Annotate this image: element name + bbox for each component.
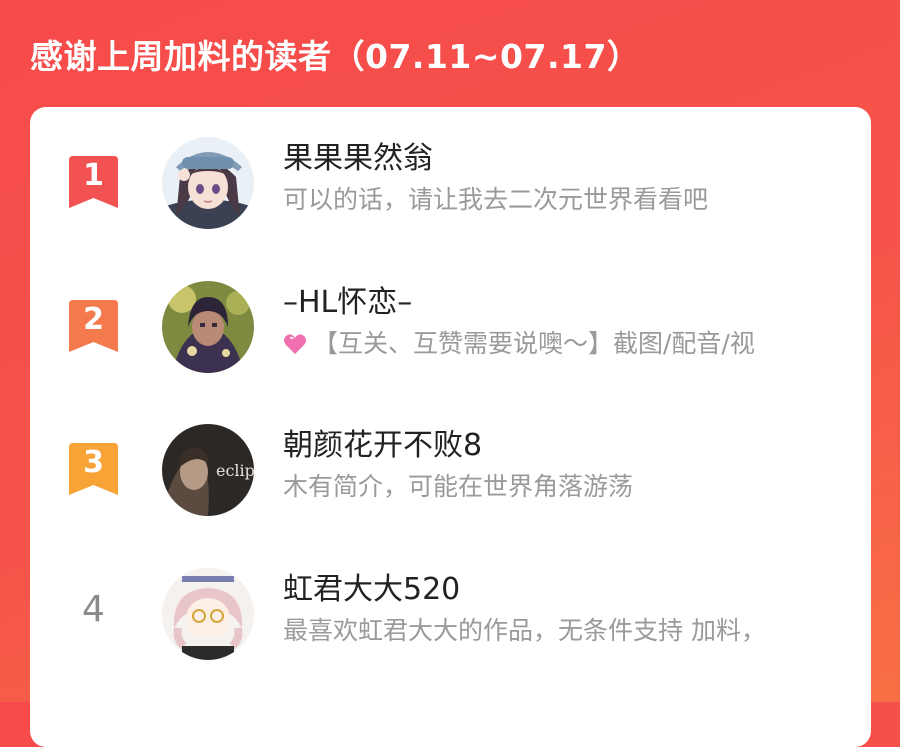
rank-number: 4 — [82, 589, 105, 630]
reader-bio: 可以的话，请让我去二次元世界看看吧 — [283, 185, 709, 214]
avatar[interactable] — [162, 281, 254, 373]
reader-bio: 最喜欢虹君大大的作品，无条件支持 加料， — [283, 616, 766, 645]
avatar[interactable] — [162, 137, 254, 229]
rank-number: 3 — [83, 445, 104, 480]
reader-ranking-list: 1 果果果然翁 可以的话，请让我去二次元世界看看吧 2 –HL怀恋– 【互关、互… — [30, 107, 871, 747]
list-item[interactable]: 3 eclipse 朝颜花开不败8 木有简介，可能在世界角落游荡 — [30, 394, 871, 516]
rank-number: 2 — [83, 302, 104, 337]
reader-name[interactable]: 虹君大大520 — [283, 570, 460, 610]
pink-heart-icon — [283, 330, 307, 364]
rank-ribbon-1: 1 — [69, 156, 118, 208]
avatar[interactable]: eclipse — [162, 424, 254, 516]
rank-ribbon-3: 3 — [69, 443, 118, 495]
list-item[interactable]: 1 果果果然翁 可以的话，请让我去二次元世界看看吧 — [30, 107, 871, 229]
list-item[interactable]: 2 –HL怀恋– 【互关、互赞需要说噢～】截图/配音/视 — [30, 251, 871, 373]
list-item[interactable]: 4 虹君大大520 最喜欢虹君大大的作品，无条件支持 加料， — [30, 538, 871, 660]
page-title: 感谢上周加料的读者（07.11~07.17） — [30, 37, 641, 76]
avatar[interactable] — [162, 568, 254, 660]
rank-ribbon-2: 2 — [69, 300, 118, 352]
reader-bio-text: 【互关、互赞需要说噢～】截图/配音/视 — [313, 329, 755, 358]
reader-name[interactable]: 朝颜花开不败8 — [283, 426, 482, 466]
reader-bio: 木有简介，可能在世界角落游荡 — [283, 472, 634, 501]
rank-number: 1 — [83, 158, 104, 193]
reader-bio: 【互关、互赞需要说噢～】截图/配音/视 — [283, 327, 853, 364]
reader-name[interactable]: –HL怀恋– — [283, 283, 412, 323]
poster-title: eclipse — [216, 461, 254, 480]
reader-name[interactable]: 果果果然翁 — [283, 139, 433, 179]
